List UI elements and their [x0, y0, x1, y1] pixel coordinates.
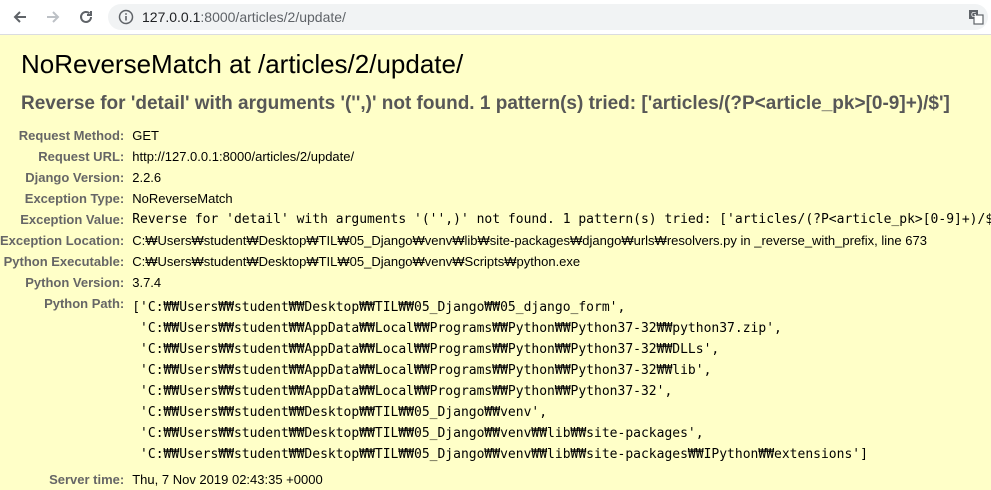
reload-button[interactable] [75, 6, 97, 28]
exception-location-label: Exception Location: [0, 233, 125, 248]
reload-icon [80, 10, 92, 23]
forward-arrow-icon [47, 11, 60, 23]
page-subtitle: Reverse for 'detail' with arguments '(''… [21, 93, 950, 114]
exception-type-value: NoReverseMatch [132, 191, 233, 206]
request-meta-table: Request Method: GET Request URL: http://… [0, 125, 991, 490]
python-path-line: 'C:₩₩Users₩₩student₩₩AppData₩₩Local₩₩Pro… [132, 321, 782, 336]
python-path-line: 'C:₩₩Users₩₩student₩₩AppData₩₩Local₩₩Pro… [132, 363, 712, 378]
table-row: Exception Value: Reverse for 'detail' wi… [0, 209, 991, 230]
python-path-line: 'C:₩₩Users₩₩student₩₩AppData₩₩Local₩₩Pro… [132, 384, 673, 399]
request-url-label: Request URL: [38, 149, 125, 164]
python-executable-label: Python Executable: [3, 254, 125, 269]
table-row: Server time: Thu, 7 Nov 2019 02:43:35 +0… [0, 469, 991, 490]
table-row: Python Version: 3.7.4 [0, 272, 991, 293]
svg-text:G: G [971, 11, 976, 19]
url-host: 127.0.0.1 [142, 9, 201, 25]
exception-value-value: Reverse for 'detail' with arguments '(''… [132, 212, 991, 227]
django-version-label: Django Version: [25, 170, 125, 185]
exception-location-value: C:₩Users₩student₩Desktop₩TIL₩05_Django₩v… [132, 233, 927, 248]
table-row: Request URL: http://127.0.0.1:8000/artic… [0, 146, 991, 167]
exception-value-label: Exception Value: [20, 212, 125, 227]
table-row: Django Version: 2.2.6 [0, 167, 991, 188]
python-path-line: ['C:₩₩Users₩₩student₩₩Desktop₩₩TIL₩₩05_D… [132, 300, 626, 315]
back-button[interactable] [9, 6, 31, 28]
error-page: NoReverseMatch at /articles/2/update/ Re… [0, 35, 991, 487]
exception-type-label: Exception Type: [24, 191, 125, 206]
request-url-value: http://127.0.0.1:8000/articles/2/update/ [132, 149, 355, 164]
python-path-line: 'C:₩₩Users₩₩student₩₩Desktop₩₩TIL₩₩05_Dj… [132, 426, 704, 441]
url-path: :8000/articles/2/update/ [200, 9, 346, 25]
table-row: Exception Location: C:₩Users₩student₩Des… [0, 230, 991, 251]
python-path-label: Python Path: [44, 296, 125, 311]
address-bar[interactable]: 127.0.0.1:8000/articles/2/update/ G [108, 4, 988, 30]
table-row: Exception Type: NoReverseMatch [0, 188, 991, 209]
request-method-label: Request Method: [18, 128, 125, 143]
table-row: Request Method: GET [0, 125, 991, 146]
python-executable-value: C:₩Users₩student₩Desktop₩TIL₩05_Django₩v… [132, 254, 581, 269]
back-arrow-icon [13, 11, 26, 23]
python-path-line: 'C:₩₩Users₩₩student₩₩Desktop₩₩TIL₩₩05_Dj… [132, 405, 548, 420]
translate-icon[interactable]: G [968, 9, 984, 25]
table-row: Python Path: ['C:₩₩Users₩₩student₩₩Deskt… [0, 293, 991, 469]
python-path-value: ['C:₩₩Users₩₩student₩₩Desktop₩₩TIL₩₩05_D… [132, 293, 991, 469]
info-icon[interactable] [118, 9, 134, 25]
server-time-value: Thu, 7 Nov 2019 02:43:35 +0000 [132, 472, 323, 487]
python-version-value: 3.7.4 [132, 275, 162, 290]
server-time-label: Server time: [49, 472, 125, 487]
url-text[interactable]: 127.0.0.1:8000/articles/2/update/ [142, 9, 346, 25]
python-version-label: Python Version: [25, 275, 125, 290]
forward-button[interactable] [42, 6, 64, 28]
table-row: Python Executable: C:₩Users₩student₩Desk… [0, 251, 991, 272]
browser-toolbar: 127.0.0.1:8000/articles/2/update/ G [0, 0, 991, 35]
python-path-line: 'C:₩₩Users₩₩student₩₩AppData₩₩Local₩₩Pro… [132, 342, 720, 357]
django-version-value: 2.2.6 [132, 170, 162, 185]
page-title: NoReverseMatch at /articles/2/update/ [21, 49, 464, 79]
request-method-value: GET [132, 128, 159, 143]
python-path-line: 'C:₩₩Users₩₩student₩₩Desktop₩₩TIL₩₩05_Dj… [132, 447, 868, 462]
